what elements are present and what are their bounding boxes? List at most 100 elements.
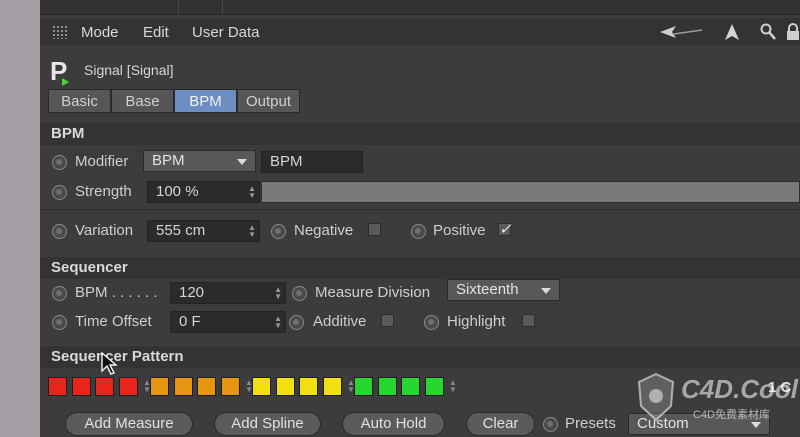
bpm-label: BPM . . . . . . <box>75 284 158 301</box>
attribute-manager-panel: Mode Edit User Data P Signal [Signal] Ba… <box>40 0 800 437</box>
watermark-subtitle: C4D免费素材库 <box>693 409 771 421</box>
menu-edit[interactable]: Edit <box>143 24 169 41</box>
sequencer-step[interactable] <box>173 377 193 396</box>
measure-division-dropdown[interactable]: Sixteenth <box>447 279 560 301</box>
tab-base[interactable]: Base <box>111 89 174 113</box>
positive-label: Positive <box>433 222 486 239</box>
section-title: Sequencer <box>51 259 128 276</box>
menu-user-data[interactable]: User Data <box>192 24 260 41</box>
section-header-sequencer-pattern: Sequencer Pattern <box>40 346 800 368</box>
watermark-shield-icon <box>637 372 675 422</box>
top-strip-divider <box>178 0 179 14</box>
animate-radio-icon[interactable] <box>289 315 304 330</box>
measure-separator-icon[interactable]: ▲ ▼ <box>347 379 355 394</box>
sequencer-step[interactable] <box>252 377 271 396</box>
highlight-checkbox[interactable] <box>522 314 535 327</box>
top-strip <box>40 0 800 15</box>
animate-radio-icon[interactable] <box>52 315 67 330</box>
tab-bpm[interactable]: BPM <box>174 89 237 113</box>
sequencer-step[interactable] <box>71 377 91 396</box>
search-icon[interactable] <box>760 23 776 41</box>
chevron-down-icon <box>751 422 761 428</box>
modifier-dropdown-value: BPM <box>152 152 185 169</box>
sequencer-step[interactable] <box>401 377 420 396</box>
bpm-value: 120 <box>179 284 205 301</box>
time-offset-input[interactable]: 0 F ▲ ▼ <box>170 311 286 333</box>
spinner-arrows-icon[interactable]: ▲ ▼ <box>248 224 256 239</box>
lock-icon[interactable] <box>786 23 800 41</box>
clear-button[interactable]: Clear <box>466 412 535 436</box>
animate-radio-icon[interactable] <box>52 224 67 239</box>
spinner-arrows-icon[interactable]: ▲ ▼ <box>274 286 282 301</box>
highlight-label: Highlight <box>447 313 506 330</box>
modifier-link-field[interactable]: BPM <box>261 151 363 173</box>
measure-separator-icon[interactable]: ▲ ▼ <box>449 379 457 394</box>
strength-label: Strength <box>75 183 132 200</box>
watermark-text: C4D.Cool <box>681 374 798 404</box>
sequencer-step[interactable] <box>118 377 138 396</box>
sequencer-step[interactable] <box>275 377 295 396</box>
add-measure-button[interactable]: Add Measure <box>65 412 193 436</box>
object-title: Signal [Signal] <box>84 62 174 78</box>
time-offset-value: 0 F <box>179 313 201 330</box>
sequencer-step[interactable] <box>150 377 169 396</box>
animate-radio-icon[interactable] <box>52 155 67 170</box>
bpm-input[interactable]: 120 ▲ ▼ <box>170 282 286 304</box>
animate-radio-icon[interactable] <box>52 286 67 301</box>
sequencer-step[interactable] <box>299 377 318 396</box>
spinner-arrows-icon[interactable]: ▲ ▼ <box>248 185 256 200</box>
strength-input[interactable]: 100 % ▲ ▼ <box>147 181 260 203</box>
additive-checkbox[interactable] <box>381 314 394 327</box>
menubar: Mode Edit User Data <box>40 18 800 46</box>
menu-mode[interactable]: Mode <box>81 24 119 41</box>
sequencer-step[interactable] <box>95 377 114 396</box>
animate-radio-icon[interactable] <box>271 224 286 239</box>
section-header-bpm: BPM <box>40 123 800 145</box>
modifier-dropdown[interactable]: BPM <box>143 150 256 172</box>
animate-radio-icon[interactable] <box>292 286 307 301</box>
section-header-sequencer: Sequencer <box>40 257 800 279</box>
top-strip-divider <box>222 0 223 14</box>
grip-icon[interactable] <box>52 25 68 39</box>
variation-label: Variation <box>75 222 134 239</box>
section-title: BPM <box>51 125 85 142</box>
sequencer-step[interactable] <box>322 377 342 396</box>
measure-separator-icon[interactable]: ▲ ▼ <box>245 379 253 394</box>
animate-radio-icon[interactable] <box>52 185 67 200</box>
modifier-label: Modifier <box>75 153 129 170</box>
tab-basic[interactable]: Basic <box>48 89 111 113</box>
sequencer-step[interactable] <box>220 377 240 396</box>
measure-separator-icon[interactable]: ▲ ▼ <box>143 379 151 394</box>
divider <box>40 209 800 210</box>
sequencer-step[interactable] <box>197 377 216 396</box>
sequencer-step[interactable] <box>48 377 67 396</box>
sequencer-step[interactable] <box>354 377 373 396</box>
negative-checkbox[interactable] <box>368 223 381 236</box>
variation-input[interactable]: 555 cm ▲ ▼ <box>147 220 260 242</box>
checkmark-icon: ✓ <box>499 221 512 238</box>
sequencer-step[interactable] <box>424 377 444 396</box>
positive-checkbox[interactable]: ✓ <box>498 221 512 238</box>
python-tag-icon: P <box>50 56 69 86</box>
add-spline-button[interactable]: Add Spline <box>214 412 321 436</box>
additive-label: Additive <box>313 313 367 330</box>
negative-label: Negative <box>294 222 354 239</box>
strength-value: 100 % <box>156 183 199 200</box>
back-arrow-icon[interactable] <box>658 24 706 40</box>
sequencer-step[interactable] <box>377 377 397 396</box>
time-offset-label: Time Offset <box>75 313 152 330</box>
measure-division-label: Measure Division <box>315 284 431 301</box>
cursor-arrow-icon[interactable] <box>724 23 740 41</box>
object-header: P Signal [Signal] <box>40 50 800 88</box>
chevron-down-icon <box>237 159 247 165</box>
mouse-cursor-icon <box>101 352 118 375</box>
spinner-arrows-icon[interactable]: ▲ ▼ <box>274 315 282 330</box>
presets-label: Presets <box>565 415 616 432</box>
animate-radio-icon[interactable] <box>411 224 426 239</box>
auto-hold-button[interactable]: Auto Hold <box>342 412 445 436</box>
animate-radio-icon[interactable] <box>424 315 439 330</box>
variation-value: 555 cm <box>156 222 206 239</box>
strength-slider[interactable] <box>261 181 800 203</box>
tab-output[interactable]: Output <box>237 89 300 113</box>
animate-radio-icon[interactable] <box>543 417 558 432</box>
